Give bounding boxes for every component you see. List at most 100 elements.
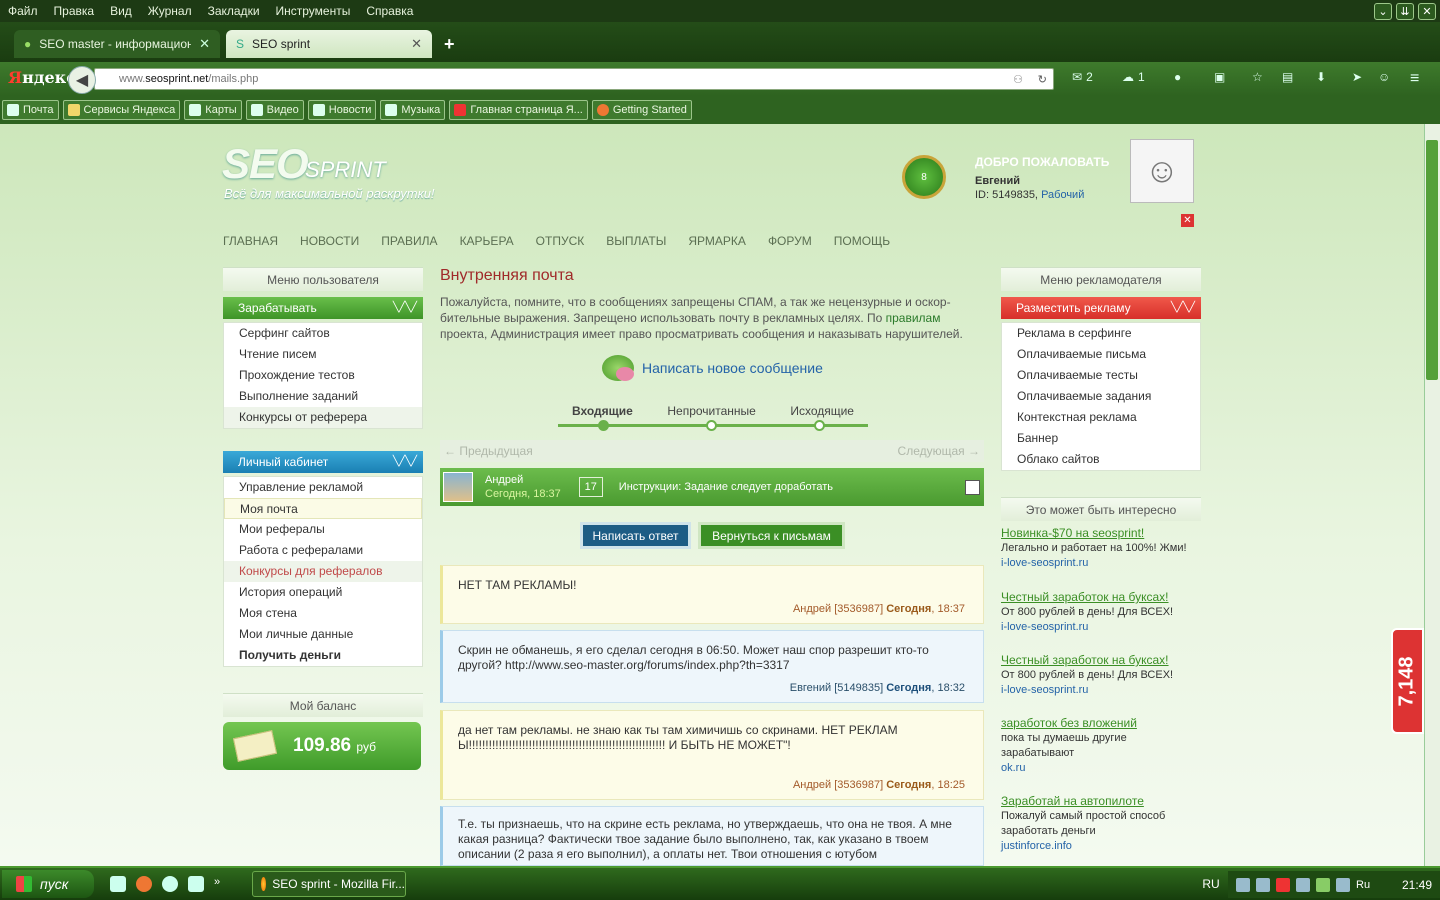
cabinet-section-header[interactable]: Личный кабинет ╲╱╲╱: [223, 451, 423, 473]
place-ad-header[interactable]: Разместить рекламу ╲╱╲╱: [1001, 297, 1201, 319]
reply-button[interactable]: Написать ответ: [580, 522, 691, 549]
monitor-icon[interactable]: [1256, 877, 1270, 892]
star-icon[interactable]: ☆: [1252, 70, 1263, 84]
firefox-icon[interactable]: [136, 876, 152, 892]
nav-payouts[interactable]: ВЫПЛАТЫ: [606, 234, 666, 248]
level-medal-icon[interactable]: 8: [902, 155, 946, 199]
menu-item-my-mail[interactable]: Моя почта: [224, 498, 422, 519]
menu-item-surfing-ad[interactable]: Реклама в серфинге: [1002, 323, 1200, 344]
app-icon[interactable]: [188, 876, 204, 892]
ad-url[interactable]: justinforce.info: [1001, 839, 1201, 854]
menu-item-ad-management[interactable]: Управление рекламой: [224, 477, 422, 498]
menu-item-personal-data[interactable]: Мои личные данные: [224, 624, 422, 645]
prev-link[interactable]: ← Предыдущая: [444, 444, 533, 458]
ad-url[interactable]: ok.ru: [1001, 761, 1201, 776]
balance-box[interactable]: 109.86 руб: [223, 722, 421, 770]
close-window-icon[interactable]: ✕: [1418, 3, 1436, 20]
menu-tools[interactable]: Инструменты: [268, 4, 359, 18]
reader-icon[interactable]: ⚇: [1013, 73, 1023, 86]
ad-headline[interactable]: Честный заработок на буксах!: [1001, 653, 1201, 668]
menu-item-paid-tests[interactable]: Оплачиваемые тесты: [1002, 365, 1200, 386]
weather-widget[interactable]: ☁ 1: [1122, 70, 1145, 84]
smile-icon[interactable]: ☺: [1378, 70, 1390, 84]
network-icon[interactable]: [1236, 877, 1250, 892]
site-logo[interactable]: SEO: [222, 140, 309, 188]
menu-history[interactable]: Журнал: [140, 4, 200, 18]
send-icon[interactable]: ➤: [1352, 70, 1362, 84]
address-bar[interactable]: www. seosprint.net/mails.php ⚇ ↻: [94, 68, 1054, 90]
close-tab-icon[interactable]: ✕: [411, 36, 422, 52]
menu-item-tasks[interactable]: Выполнение заданий: [224, 386, 422, 407]
ad-headline[interactable]: заработок без вложений: [1001, 716, 1201, 731]
clock[interactable]: 21:49: [1402, 878, 1432, 892]
taskbar-item-firefox[interactable]: SEO sprint - Mozilla Fir...: [252, 871, 406, 897]
menu-item-get-money[interactable]: Получить деньги: [224, 645, 422, 666]
menu-item-referrer-contests[interactable]: Конкурсы от реферера: [224, 407, 422, 428]
ad-url[interactable]: i-love-seosprint.ru: [1001, 620, 1201, 635]
message-checkbox[interactable]: [965, 479, 980, 495]
tab-unread[interactable]: Непрочитанные: [667, 404, 755, 418]
ad-url[interactable]: i-love-seosprint.ru: [1001, 556, 1201, 571]
bookmark-video[interactable]: Видео: [245, 100, 304, 120]
menu-file[interactable]: Файл: [0, 4, 46, 18]
next-link[interactable]: Следующая →: [898, 444, 980, 458]
menu-help[interactable]: Справка: [358, 4, 421, 18]
bookmark-getting-started[interactable]: Getting Started: [591, 100, 692, 120]
user-status-link[interactable]: Рабочий: [1041, 189, 1084, 201]
close-tab-icon[interactable]: ✕: [199, 36, 210, 52]
tab-seo-sprint[interactable]: S SEO sprint ✕: [226, 30, 432, 58]
nav-forum[interactable]: ФОРУМ: [768, 234, 812, 248]
nav-career[interactable]: КАРЬЕРА: [460, 234, 514, 248]
bookmark-yandex-home[interactable]: Главная страница Я...: [449, 100, 588, 120]
bookmarks-list-icon[interactable]: ▤: [1282, 70, 1293, 84]
tab-inbox[interactable]: Входящие: [572, 404, 633, 418]
start-button[interactable]: пуск: [2, 870, 94, 898]
nav-news[interactable]: НОВОСТИ: [300, 234, 359, 248]
menu-item-paid-letters[interactable]: Оплачиваемые письма: [1002, 344, 1200, 365]
avatar[interactable]: ☺: [1130, 139, 1194, 203]
ad-url[interactable]: i-love-seosprint.ru: [1001, 683, 1201, 698]
bookmark-maps[interactable]: Карты: [184, 100, 242, 120]
menu-item-my-referrals[interactable]: Мои рефералы: [224, 519, 422, 540]
menu-item-surfing[interactable]: Серфинг сайтов: [224, 323, 422, 344]
menu-item-context-ad[interactable]: Контекстная реклама: [1002, 407, 1200, 428]
nav-main[interactable]: ГЛАВНАЯ: [223, 234, 278, 248]
driver-icon[interactable]: [1336, 877, 1350, 892]
restore-icon[interactable]: ⇊: [1396, 3, 1414, 20]
menu-view[interactable]: Вид: [102, 4, 140, 18]
message-header-row[interactable]: Андрей Сегодня, 18:37 17 Инструкции: Зад…: [440, 468, 984, 506]
menu-item-reading-letters[interactable]: Чтение писем: [224, 344, 422, 365]
bookmark-mail[interactable]: Почта: [2, 100, 59, 120]
media-icon[interactable]: [162, 876, 178, 892]
save-icon[interactable]: [110, 876, 126, 892]
menu-edit[interactable]: Правка: [46, 4, 103, 18]
nav-fair[interactable]: ЯРМАРКА: [688, 234, 746, 248]
back-to-letters-button[interactable]: Вернуться к письмам: [698, 522, 845, 549]
close-icon[interactable]: ✕: [1181, 214, 1194, 227]
mail-widget[interactable]: ✉ 2: [1072, 70, 1093, 84]
ad-headline[interactable]: Честный заработок на буксах!: [1001, 590, 1201, 605]
menu-item-my-wall[interactable]: Моя стена: [224, 603, 422, 624]
arrow-icon[interactable]: [1316, 877, 1330, 892]
side-counter-widget[interactable]: 7,148: [1391, 628, 1424, 734]
menu-item-paid-tasks[interactable]: Оплачиваемые задания: [1002, 386, 1200, 407]
menu-item-history[interactable]: История операций: [224, 582, 422, 603]
nav-rules[interactable]: ПРАВИЛА: [381, 234, 437, 248]
new-message-button[interactable]: Написать новое сообщение: [602, 355, 823, 381]
tab-outbox[interactable]: Исходящие: [790, 404, 854, 418]
bookmark-services[interactable]: Сервисы Яндекса: [62, 100, 181, 120]
menu-bookmarks[interactable]: Закладки: [200, 4, 268, 18]
chevron-right-icon[interactable]: »: [214, 876, 220, 892]
menu-item-referral-contests[interactable]: Конкурсы для рефералов: [224, 561, 422, 582]
language-indicator[interactable]: RU: [1198, 872, 1224, 896]
download-icon[interactable]: ⬇: [1316, 70, 1326, 84]
tray-language[interactable]: Ru: [1356, 879, 1370, 891]
ad-headline[interactable]: Заработай на автопилоте: [1001, 794, 1201, 809]
site-logo-sprint[interactable]: SPRINT: [305, 157, 386, 183]
menu-item-site-cloud[interactable]: Облако сайтов: [1002, 449, 1200, 470]
tool-icon[interactable]: [1296, 877, 1310, 892]
rules-link[interactable]: правилам: [886, 311, 941, 325]
antivirus-icon[interactable]: [1276, 877, 1290, 892]
back-button[interactable]: ◀: [68, 66, 96, 94]
menu-item-tests[interactable]: Прохождение тестов: [224, 365, 422, 386]
